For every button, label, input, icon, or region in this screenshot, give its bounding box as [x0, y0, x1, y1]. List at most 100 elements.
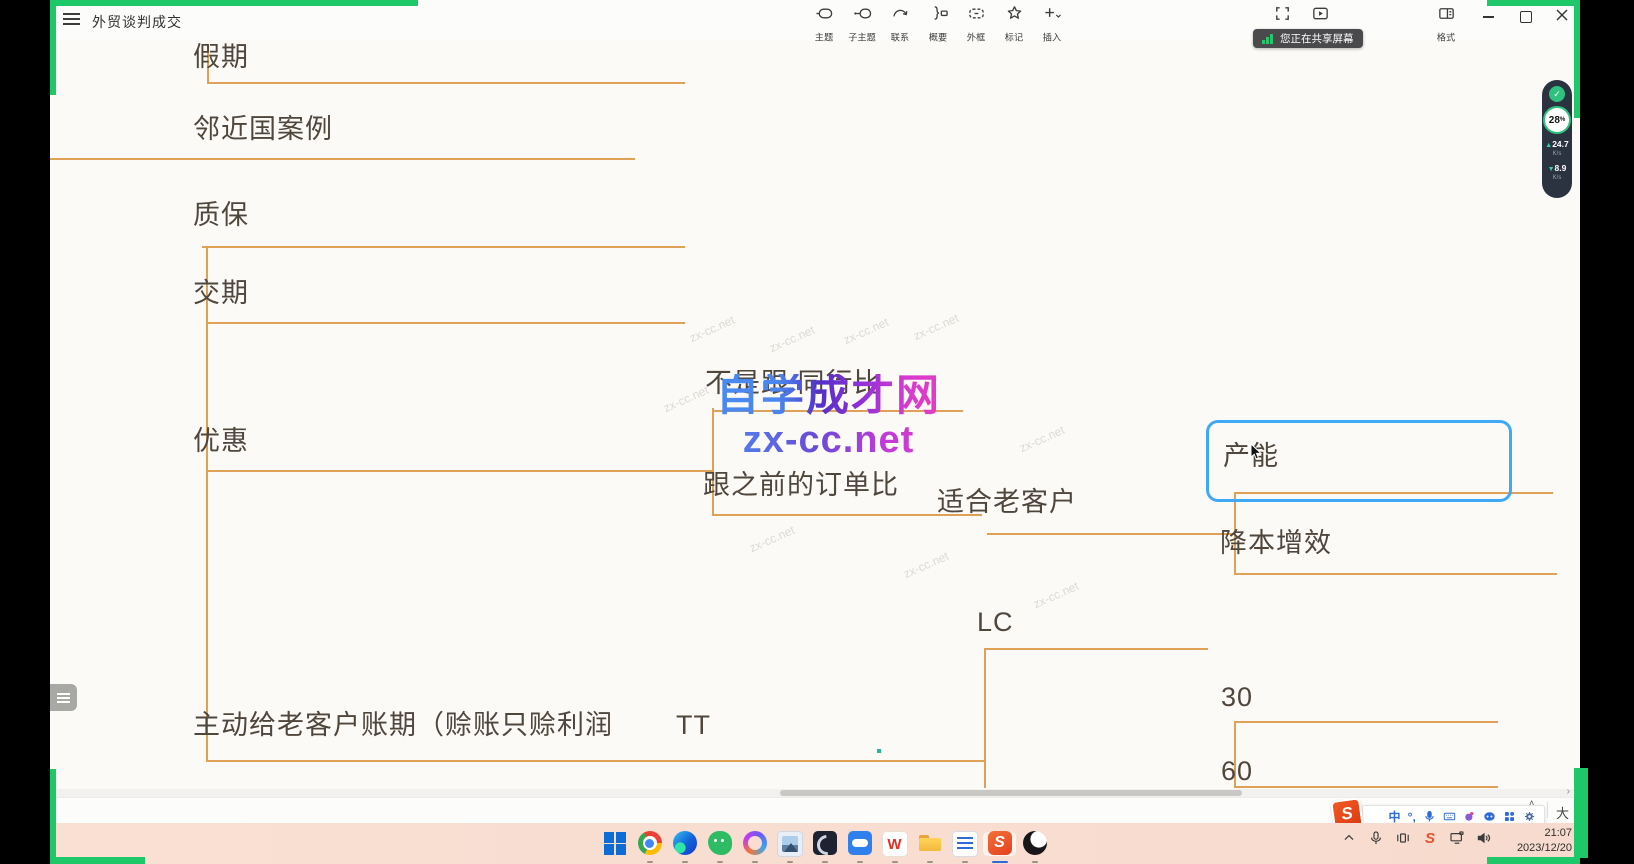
connector — [984, 648, 986, 788]
watermark-tile: zx-cc.net — [841, 315, 891, 347]
watermark-tile: zx-cc.net — [767, 323, 817, 355]
ime-mic-icon[interactable] — [1423, 810, 1436, 823]
site-watermark: 自学成才网 zx-cc.net — [716, 374, 941, 462]
mindmap-node-cost-reduction[interactable]: 降本增效 — [1220, 528, 1332, 558]
taskbar-quark[interactable] — [737, 831, 772, 857]
notes-icon — [952, 831, 978, 857]
wps-icon: W — [882, 831, 908, 857]
boundary-button[interactable]: 外框 — [957, 4, 995, 44]
share-border-bottom-left — [50, 857, 145, 864]
taskbar-notes[interactable] — [947, 831, 982, 857]
format-toolbar: 格式 — [1427, 4, 1465, 44]
tray-sogou-icon[interactable]: S — [1421, 829, 1439, 847]
summary-icon — [929, 4, 948, 28]
marker-button[interactable]: 标记 — [995, 4, 1033, 44]
clock-date: 2023/12/20 — [1490, 841, 1572, 856]
ime-keyboard-icon[interactable] — [1443, 810, 1456, 823]
mindmap-canvas[interactable]: zx-cc.net zx-cc.net zx-cc.net zx-cc.net … — [50, 40, 1580, 789]
share-border-top-right — [1487, 0, 1580, 6]
tray-speaker-icon[interactable] — [1394, 829, 1412, 847]
download-speed: ▼8.9 K/s — [1548, 163, 1567, 182]
taskbar-photos[interactable] — [772, 831, 807, 857]
topic-icon — [815, 4, 834, 28]
main-toolbar: 主题 子主题 联系 概要 外框 — [805, 4, 1071, 44]
ime-fuzzy-icon[interactable]: °, — [1408, 810, 1416, 824]
mindmap-node-lc[interactable]: LC — [977, 607, 1014, 637]
topic-button[interactable]: 主题 — [805, 4, 843, 44]
taskbar-clock[interactable]: 21:07 2023/12/20 — [1490, 826, 1572, 856]
connector — [987, 533, 1235, 535]
maximize-icon — [1520, 11, 1532, 23]
watermark-tile: zx-cc.net — [1017, 423, 1067, 455]
performance-widget[interactable]: ✓ 28% ▲24.7 K/s ▼8.9 K/s — [1542, 80, 1572, 198]
desktop: 外贸谈判成交 主题 子主题 联系 概要 — [0, 0, 1634, 864]
share-border-outer-right — [1580, 768, 1588, 858]
quark-icon — [743, 831, 767, 855]
watermark-tile: zx-cc.net — [747, 523, 797, 555]
watermark-tile: zx-cc.net — [687, 313, 737, 345]
taskbar-moon-app[interactable] — [1017, 831, 1052, 857]
connector — [1234, 786, 1498, 788]
ime-ai-icon[interactable] — [1483, 810, 1496, 823]
taskbar-chrome[interactable] — [632, 831, 667, 857]
windows-taskbar: W S S — [50, 823, 1580, 864]
mindmap-node-discount[interactable]: 优惠 — [193, 426, 249, 456]
mindmap-node-old-customers[interactable]: 适合老客户 — [937, 487, 1077, 517]
ime-apps-grid-icon[interactable] — [1503, 810, 1516, 823]
tray-display-cast-icon[interactable] — [1448, 829, 1466, 847]
insert-button[interactable]: 插入 — [1033, 4, 1071, 44]
clock-time: 21:07 — [1490, 826, 1572, 841]
edge-icon — [673, 831, 697, 855]
taskbar-windows-start[interactable] — [597, 831, 632, 857]
mindmap-node-vs-prev-order[interactable]: 跟之前的订单比 — [703, 470, 899, 500]
minimize-icon — [1483, 16, 1494, 18]
taskbar-edge[interactable] — [667, 831, 702, 857]
minimize-button[interactable] — [1475, 6, 1501, 28]
mindmap-node-delivery[interactable]: 交期 — [193, 278, 249, 308]
tray-expand-chevron[interactable] — [1340, 829, 1358, 847]
taskbar-sogou-active[interactable]: S — [982, 831, 1017, 857]
close-button[interactable] — [1549, 6, 1575, 28]
windows-start-icon — [603, 831, 627, 855]
relationship-button[interactable]: 联系 — [881, 4, 919, 44]
relationship-icon — [891, 4, 910, 28]
connector — [207, 82, 685, 84]
app-statusbar: % ˄˅ 大纲 S 中 °, — [50, 797, 1580, 824]
taskbar-dark-app[interactable] — [807, 831, 842, 857]
share-border-top-left — [50, 0, 418, 6]
sheet-tab-button[interactable] — [50, 684, 77, 711]
taskbar-wechat[interactable] — [702, 831, 737, 857]
moon-app-icon — [1023, 831, 1047, 855]
mindmap-node-neighbor-case[interactable]: 邻近国案例 — [193, 114, 333, 144]
ime-skin-icon[interactable] — [1463, 810, 1476, 823]
taskbar-cloud-app[interactable] — [842, 831, 877, 857]
folder-icon — [918, 831, 942, 855]
scrollbar-thumb[interactable] — [780, 790, 1242, 796]
shield-check-icon: ✓ — [1549, 86, 1565, 102]
watermark-tile: zx-cc.net — [901, 549, 951, 581]
mindmap-node-credit-terms[interactable]: 主动给老客户账期（赊账只赊利润 — [193, 710, 613, 740]
format-button[interactable]: 格式 — [1427, 4, 1465, 44]
ime-settings-icon[interactable] — [1523, 810, 1536, 823]
mindmap-node-30[interactable]: 30 — [1221, 682, 1253, 712]
taskbar-wps[interactable]: W — [877, 831, 912, 857]
connector — [50, 158, 635, 160]
horizontal-scrollbar[interactable]: › — [50, 789, 1580, 797]
present-icon — [1311, 4, 1330, 28]
taskbar-file-explorer[interactable] — [912, 831, 947, 857]
mindmap-node-60[interactable]: 60 — [1221, 756, 1253, 786]
tray-mic-icon[interactable] — [1367, 829, 1385, 847]
mindmap-node-warranty[interactable]: 质保 — [193, 200, 249, 230]
mindmap-node-holiday[interactable]: 假期 — [193, 42, 249, 72]
subtopic-button[interactable]: 子主题 — [843, 4, 881, 44]
wechat-icon — [708, 831, 732, 855]
connector — [985, 648, 1208, 650]
summary-button[interactable]: 概要 — [919, 4, 957, 44]
mindmap-node-tt[interactable]: TT — [676, 710, 711, 740]
scrollbar-right-arrow-icon[interactable]: › — [1567, 786, 1570, 797]
insert-plus-icon — [1043, 4, 1062, 28]
connector — [1234, 573, 1557, 575]
maximize-button[interactable] — [1513, 6, 1539, 28]
cloud-app-icon — [848, 831, 872, 855]
menu-hamburger-icon[interactable] — [63, 13, 80, 26]
